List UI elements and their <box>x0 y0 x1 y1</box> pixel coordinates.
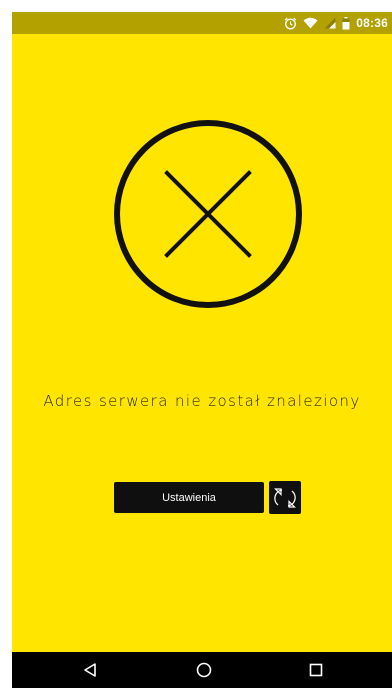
alarm-icon <box>284 17 297 30</box>
navigation-bar <box>12 652 392 688</box>
status-time: 08:36 <box>356 16 388 30</box>
recents-button[interactable] <box>286 652 346 688</box>
circle-x-icon <box>112 118 304 310</box>
home-icon <box>196 662 212 678</box>
battery-icon <box>342 16 350 30</box>
back-button[interactable] <box>60 652 120 688</box>
app-screen: 08:36 Adres serwera nie został znalezion… <box>12 12 392 688</box>
refresh-button[interactable] <box>269 481 301 514</box>
refresh-icon <box>272 485 298 511</box>
wifi-icon <box>303 17 318 29</box>
home-button[interactable] <box>174 652 234 688</box>
back-icon <box>82 662 98 678</box>
signal-icon <box>324 17 336 29</box>
recents-icon <box>309 663 323 677</box>
settings-button[interactable]: Ustawienia <box>114 482 264 513</box>
error-message: Adres serwera nie został znaleziony <box>43 392 361 410</box>
status-bar: 08:36 <box>12 12 392 34</box>
